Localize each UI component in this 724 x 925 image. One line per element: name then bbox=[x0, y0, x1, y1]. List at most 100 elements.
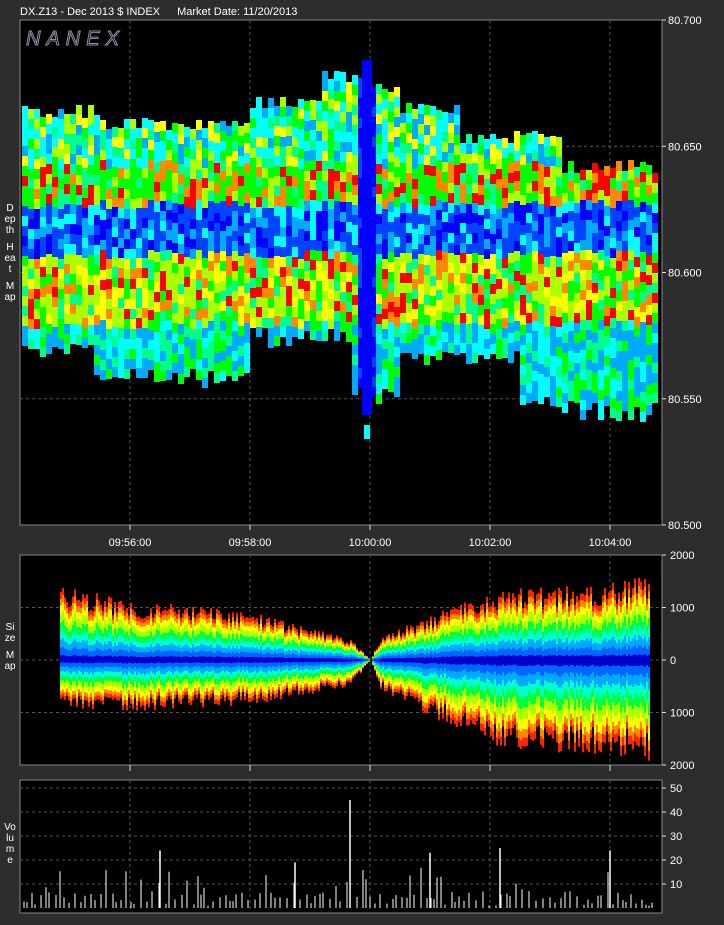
depth-heat-cell bbox=[214, 193, 220, 203]
depth-heat-cell bbox=[640, 192, 646, 202]
size-band-slice bbox=[308, 658, 310, 663]
depth-heat-cell bbox=[550, 376, 556, 386]
depth-heat-cell bbox=[616, 321, 622, 331]
depth-heat-cell bbox=[388, 352, 394, 362]
depth-heat-cell bbox=[412, 109, 418, 119]
depth-heat-cell bbox=[298, 329, 304, 339]
size-band-slice bbox=[512, 655, 514, 665]
size-band-slice bbox=[462, 656, 464, 664]
depth-heat-cell bbox=[82, 168, 88, 178]
size-band-slice bbox=[410, 657, 412, 663]
depth-heat-cell bbox=[70, 334, 76, 344]
depth-heat-cell bbox=[88, 145, 94, 155]
depth-heat-cell bbox=[622, 211, 628, 221]
depth-heat-cell bbox=[34, 319, 40, 329]
depth-heat-cell bbox=[400, 273, 406, 283]
depth-heat-cell bbox=[376, 284, 382, 294]
depth-heat-cell bbox=[136, 158, 142, 168]
depth-heat-cell bbox=[508, 273, 514, 283]
size-band-slice bbox=[298, 658, 300, 663]
depth-heat-cell bbox=[118, 328, 124, 338]
depth-heat-cell bbox=[466, 234, 472, 244]
size-band-slice bbox=[452, 656, 454, 665]
size-band-slice bbox=[242, 656, 244, 663]
depth-heat-cell bbox=[394, 387, 400, 397]
depth-heat-cell bbox=[586, 240, 592, 250]
size-band-slice bbox=[350, 658, 352, 662]
depth-heat-cell bbox=[466, 354, 472, 364]
depth-heat-cell bbox=[316, 231, 322, 241]
depth-heat-cell bbox=[634, 247, 640, 257]
depth-heat-cell bbox=[538, 174, 544, 184]
depth-heat-cell bbox=[598, 210, 604, 220]
depth-heat-cell bbox=[322, 321, 328, 331]
depth-heat-cell bbox=[430, 126, 436, 136]
depth-heat-cell bbox=[556, 237, 562, 247]
depth-heat-cell bbox=[526, 353, 532, 363]
depth-heat-cell bbox=[112, 197, 118, 207]
depth-heat-cell bbox=[340, 102, 346, 112]
depth-heat-cell bbox=[202, 358, 208, 368]
depth-heat-cell bbox=[454, 265, 460, 275]
depth-heat-cell bbox=[280, 267, 286, 277]
depth-heat-cell bbox=[250, 178, 256, 188]
depth-heat-cell bbox=[70, 244, 76, 254]
depth-heat-cell bbox=[172, 313, 178, 323]
depth-heat-cell bbox=[82, 218, 88, 228]
depth-heat-cell bbox=[106, 299, 112, 309]
depth-heat-cell bbox=[238, 306, 244, 316]
depth-heat-cell bbox=[28, 179, 34, 189]
depth-heat-cell bbox=[118, 278, 124, 288]
depth-heat-cell bbox=[76, 125, 82, 135]
depth-heat-cell bbox=[616, 211, 622, 221]
depth-heat-cell bbox=[394, 287, 400, 297]
depth-heat-cell bbox=[160, 271, 166, 281]
depth-heat-cell bbox=[628, 190, 634, 200]
size-band-slice bbox=[184, 656, 186, 663]
depth-heat-cell bbox=[598, 330, 604, 340]
depth-heat-cell bbox=[304, 121, 310, 131]
depth-heat-cell bbox=[148, 320, 154, 330]
depth-heat-cell bbox=[208, 311, 214, 321]
depth-heat-cell bbox=[460, 193, 466, 203]
depth-heat-cell bbox=[106, 149, 112, 159]
depth-heat-cell bbox=[508, 333, 514, 343]
depth-heat-cell bbox=[76, 215, 82, 225]
depth-heat-cell bbox=[562, 283, 568, 293]
depth-heat-cell bbox=[484, 329, 490, 339]
depth-heat-cell bbox=[382, 289, 388, 299]
depth-heat-cell bbox=[430, 166, 436, 176]
depth-heat-cell bbox=[400, 213, 406, 223]
depth-heat-cell bbox=[586, 180, 592, 190]
depth-heat-cell bbox=[124, 319, 130, 329]
depth-heat-cell bbox=[520, 225, 526, 235]
depth-heat-cell bbox=[382, 299, 388, 309]
depth-heat-cell bbox=[472, 323, 478, 333]
depth-heat-cell bbox=[478, 325, 484, 335]
depth-heat-cell bbox=[160, 121, 166, 131]
depth-heat-cell bbox=[388, 162, 394, 172]
depth-heat-cell bbox=[238, 316, 244, 326]
depth-heat-cell bbox=[478, 255, 484, 265]
depth-heat-cell bbox=[214, 213, 220, 223]
depth-heat-cell bbox=[430, 256, 436, 266]
depth-heat-cell bbox=[646, 405, 652, 415]
depth-heat-cell bbox=[346, 262, 352, 272]
depth-heat-cell bbox=[532, 171, 538, 181]
depth-heat-cell bbox=[94, 135, 100, 145]
depth-heat-cell bbox=[40, 197, 46, 207]
depth-heat-cell bbox=[196, 250, 202, 260]
depth-heat-cell bbox=[544, 157, 550, 167]
depth-heat-cell bbox=[412, 299, 418, 309]
depth-heat-cell bbox=[532, 201, 538, 211]
depth-heat-cell bbox=[268, 178, 274, 188]
size-band-slice bbox=[70, 656, 72, 664]
depth-heat-cell bbox=[196, 210, 202, 220]
depth-heat-cell bbox=[520, 285, 526, 295]
depth-heat-cell bbox=[208, 231, 214, 241]
depth-heat-cell bbox=[238, 286, 244, 296]
depth-heat-cell bbox=[106, 309, 112, 319]
depth-heat-cell bbox=[424, 125, 430, 135]
depth-heat-cell bbox=[316, 211, 322, 221]
depth-heat-cell bbox=[514, 151, 520, 161]
